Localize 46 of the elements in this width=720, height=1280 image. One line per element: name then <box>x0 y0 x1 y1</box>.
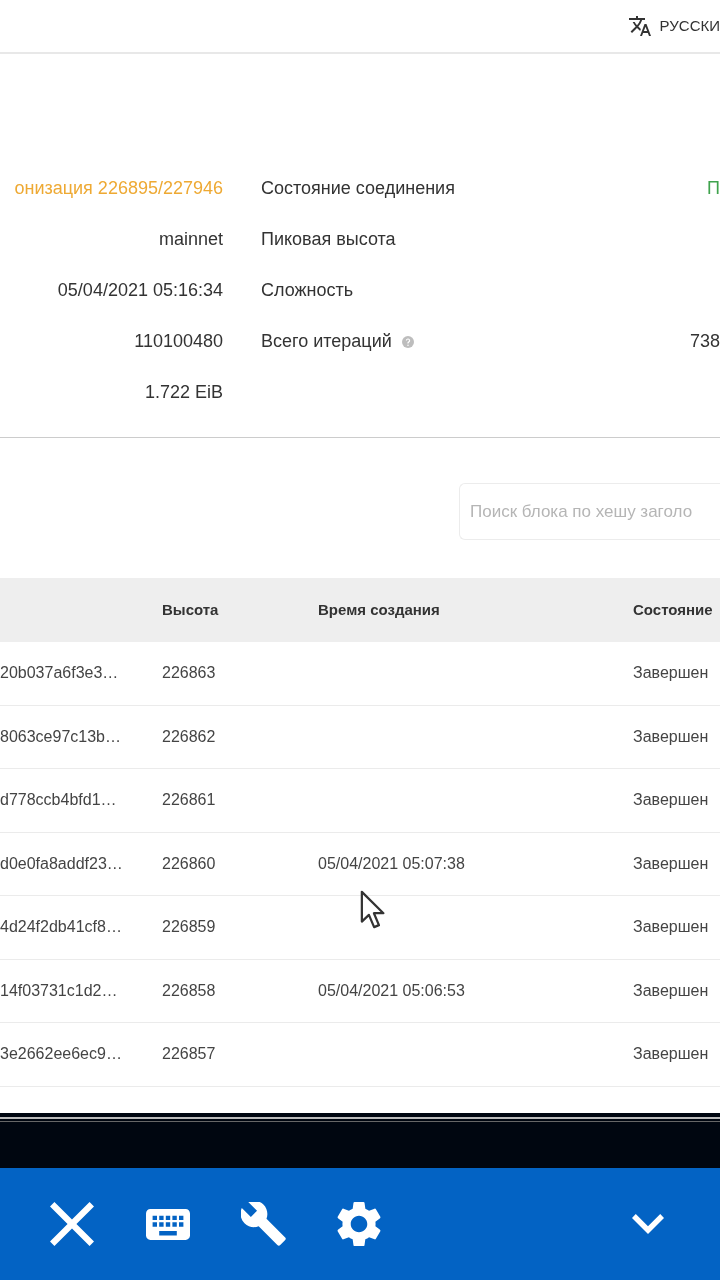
stat-value: mainnet <box>157 228 223 251</box>
table-cell: 05/04/2021 05:07:38 <box>318 854 465 872</box>
table-cell: Завершен <box>633 791 709 809</box>
stat-label: Всего итераций <box>261 330 392 353</box>
table-cell: Завершен <box>633 918 709 936</box>
column-header: Высота <box>162 601 219 618</box>
stat-label: Пиковая высота <box>261 228 396 251</box>
table-cell: 226857 <box>162 1045 216 1063</box>
settings-icon[interactable] <box>337 1201 381 1247</box>
close-icon[interactable] <box>50 1202 94 1246</box>
table-cell: 226860 <box>162 854 216 872</box>
stat-value: онизация 226895/227946 <box>13 177 223 200</box>
table-cell: 05/04/2021 05:06:53 <box>318 981 465 999</box>
search-field[interactable]: Поиск блока по хешу заголо <box>459 483 720 540</box>
stat-value: 738 <box>689 331 720 351</box>
stat-value: 05/04/2021 05:16:34 <box>56 279 223 302</box>
table-cell: 226858 <box>162 981 216 999</box>
stat-label: Состояние соединения <box>261 177 455 200</box>
column-header: Время создания <box>318 601 440 618</box>
table-cell: Завершен <box>633 854 709 872</box>
table-cell: 226859 <box>162 918 216 936</box>
keyboard-icon[interactable] <box>146 1208 190 1240</box>
table-cell: 8063ce97c13b… <box>0 727 121 745</box>
language-button[interactable]: РУССКИ <box>628 14 720 38</box>
table-cell: d778ccb4bfd1… <box>0 791 117 809</box>
column-header: Состояние <box>633 601 713 618</box>
cursor-icon <box>360 890 386 929</box>
stat-value: 1.722 EiB <box>143 381 223 404</box>
table-cell: 226861 <box>162 791 216 809</box>
table-cell: Завершен <box>633 1045 709 1063</box>
wrench-icon[interactable] <box>241 1202 286 1246</box>
table-cell: Завершен <box>633 664 709 682</box>
stat-label: Сложность <box>261 279 354 302</box>
table-cell: 226862 <box>162 727 216 745</box>
chevron-down-icon[interactable] <box>632 1214 664 1234</box>
stat-value: 110100480 <box>133 330 223 353</box>
table-cell: Завершен <box>633 727 709 745</box>
table-cell: 4d24f2db41cf8… <box>0 918 122 936</box>
translate-icon <box>628 16 651 36</box>
table-cell: d0e0fa8addf23… <box>0 854 123 872</box>
table-cell: 20b037a6f3e3… <box>0 664 119 682</box>
table-cell: 3e2662ee6ec9… <box>0 1045 122 1063</box>
table-cell: Завершен <box>633 981 709 999</box>
table-cell: 226863 <box>162 664 216 682</box>
table-cell: 14f03731c1d2… <box>0 981 118 999</box>
stat-value: П <box>707 178 720 198</box>
